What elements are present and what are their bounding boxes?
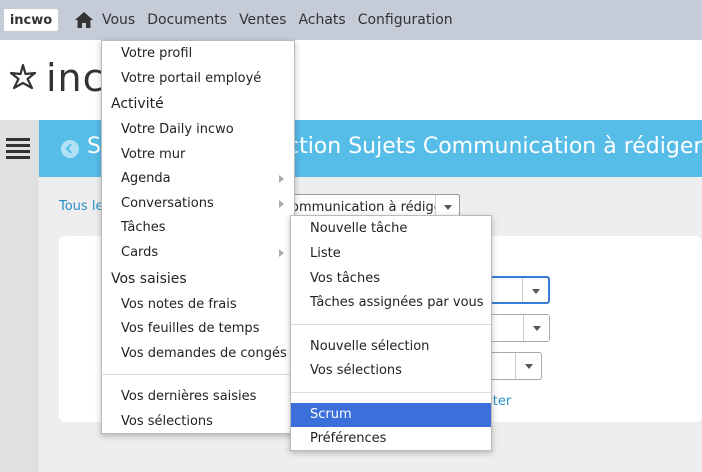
menu-item-nouvelle-tache[interactable]: Nouvelle tâche <box>291 217 491 241</box>
nav-configuration[interactable]: Configuration <box>358 12 453 28</box>
submenu-arrow-icon <box>279 175 284 183</box>
menu-header-activite: Activité <box>111 96 164 112</box>
menu-item-notes-de-frais[interactable]: Vos notes de frais <box>102 293 294 317</box>
filter-select-2[interactable] <box>490 314 550 342</box>
top-navbar: incwo Vous Documents Ventes Achats Confi… <box>0 0 702 40</box>
nav-achats[interactable]: Achats <box>298 12 345 28</box>
menu-header-vos-saisies: Vos saisies <box>111 271 187 287</box>
page-title-visible: ction Sujets Communication à rédiger <box>286 134 702 159</box>
menu-item-agenda-label: Agenda <box>121 171 171 186</box>
menu-separator <box>291 324 491 325</box>
menu-item-preferences[interactable]: Préférences <box>291 427 491 451</box>
menu-separator <box>102 374 294 375</box>
menu-item-taches-assignees[interactable]: Tâches assignées par vous <box>291 291 491 315</box>
chevron-down-icon[interactable] <box>522 278 548 302</box>
menu-item-liste[interactable]: Liste <box>291 242 491 266</box>
menu-item-scrum[interactable]: Scrum <box>291 403 491 427</box>
menu-item-taches[interactable]: Tâches <box>102 216 294 240</box>
chevron-down-icon[interactable] <box>515 353 541 379</box>
menu-item-vos-taches[interactable]: Vos tâches <box>291 267 491 291</box>
menu-item-conversations-label: Conversations <box>121 196 214 211</box>
menu-item-conversations[interactable]: Conversations <box>102 192 294 216</box>
back-icon[interactable] <box>61 140 79 158</box>
menu-item-cards-label: Cards <box>121 245 159 260</box>
selection-select-value: ommunication à rédiger <box>291 199 448 215</box>
menu-item-nouvelle-selection[interactable]: Nouvelle sélection <box>291 335 491 359</box>
menu-item-agenda[interactable]: Agenda <box>102 167 294 191</box>
submenu-arrow-icon <box>279 249 284 257</box>
breadcrumb-link[interactable]: Tous le <box>59 199 103 214</box>
nav-ventes[interactable]: Ventes <box>239 12 286 28</box>
nav-vous[interactable]: Vous <box>102 12 135 28</box>
home-icon[interactable] <box>74 10 94 30</box>
nav-documents[interactable]: Documents <box>147 12 227 28</box>
menu-item-cards[interactable]: Cards <box>102 241 294 265</box>
taches-submenu: Nouvelle tâche Liste Vos tâches Tâches a… <box>290 215 492 451</box>
filter-select-1[interactable] <box>490 276 550 304</box>
menu-item-vos-selections[interactable]: Vos sélections <box>102 410 294 434</box>
left-rail <box>0 120 39 472</box>
menu-item-votre-mur[interactable]: Votre mur <box>102 143 294 167</box>
logo-text: inc <box>46 56 105 100</box>
menu-separator <box>291 392 491 393</box>
chevron-down-icon[interactable] <box>523 315 549 341</box>
submenu-arrow-icon <box>279 200 284 208</box>
menu-item-dernieres-saisies[interactable]: Vos dernières saisies <box>102 385 294 409</box>
menu-item-daily-incwo[interactable]: Votre Daily incwo <box>102 118 294 142</box>
menu-item-portail-employe[interactable]: Votre portail employé <box>102 67 294 91</box>
brand-logo[interactable]: incwo <box>4 9 58 31</box>
logo-star-icon <box>9 63 37 90</box>
menu-item-demandes-de-conges[interactable]: Vos demandes de congés <box>102 342 294 366</box>
hamburger-icon[interactable] <box>6 138 30 159</box>
menu-item-feuilles-de-temps[interactable]: Vos feuilles de temps <box>102 317 294 341</box>
menu-item-vos-selections-taches[interactable]: Vos sélections <box>291 359 491 383</box>
filter-select-3[interactable] <box>490 352 542 380</box>
vous-dropdown-menu: Votre profil Votre portail employé Activ… <box>101 40 295 434</box>
menu-item-votre-profil[interactable]: Votre profil <box>102 42 294 66</box>
